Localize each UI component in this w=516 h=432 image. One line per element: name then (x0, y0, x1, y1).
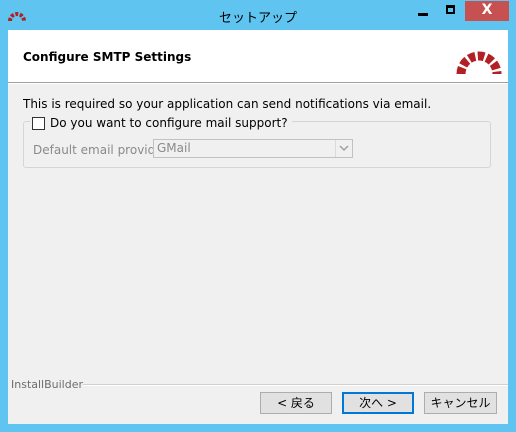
next-button[interactable]: 次へ > (342, 392, 414, 414)
setup-window: セットアップ X Configure SMTP Settings This is… (0, 0, 516, 432)
chevron-down-icon (335, 140, 352, 157)
minimize-button[interactable] (409, 1, 437, 21)
back-button[interactable]: < 戻る (260, 392, 332, 414)
provider-selected-value: GMail (157, 141, 191, 155)
mail-support-label: Do you want to configure mail support? (50, 116, 288, 130)
minimize-icon (418, 13, 428, 16)
mail-support-option[interactable]: Do you want to configure mail support? (30, 115, 292, 131)
title-bar[interactable]: セットアップ X (0, 0, 516, 30)
redmine-logo-icon (456, 51, 502, 75)
maximize-icon (446, 5, 455, 14)
provider-label: Default email provider: (33, 143, 172, 157)
mail-support-checkbox[interactable] (32, 116, 45, 130)
installbuilder-brand: InstallBuilder (11, 378, 84, 391)
close-icon: X (481, 2, 493, 18)
description-text: This is required so your application can… (23, 97, 432, 111)
cancel-button[interactable]: キャンセル (424, 392, 497, 414)
close-button[interactable]: X (465, 1, 509, 21)
footer-divider (83, 384, 508, 386)
page-title: Configure SMTP Settings (23, 50, 192, 64)
dialog-body: Configure SMTP Settings This is required… (8, 30, 508, 424)
email-provider-select[interactable]: GMail (153, 139, 353, 158)
maximize-button[interactable] (437, 1, 465, 21)
header-panel: Configure SMTP Settings (8, 30, 508, 82)
header-divider (8, 82, 508, 84)
